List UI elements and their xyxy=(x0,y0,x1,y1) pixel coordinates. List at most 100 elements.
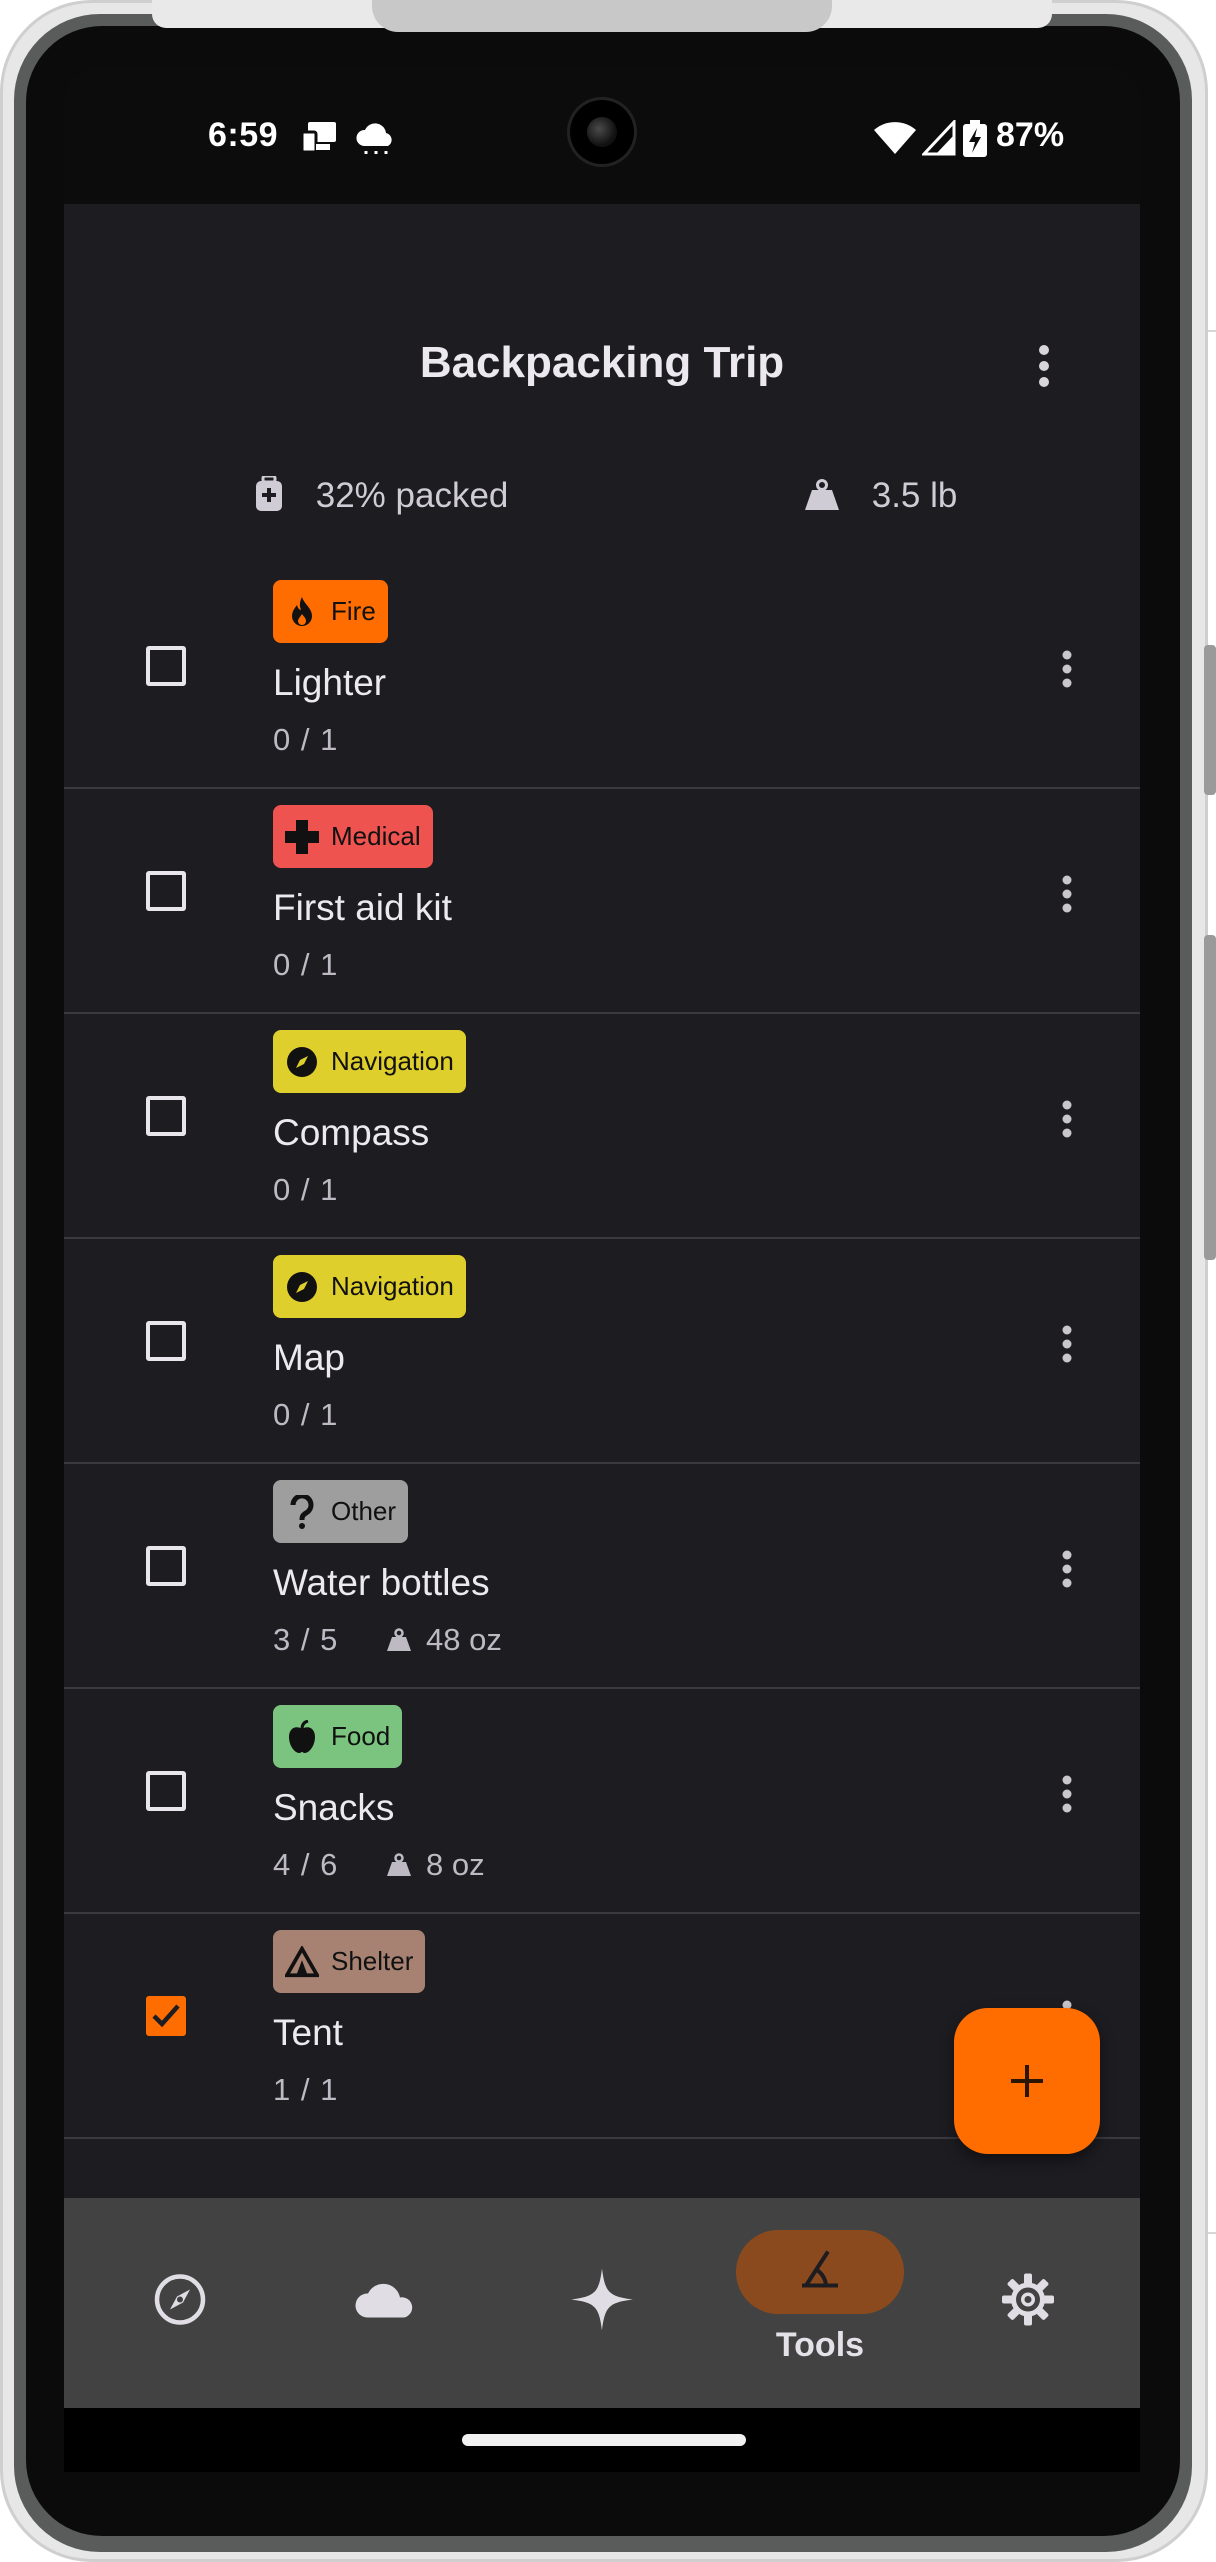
item-weight: 8 oz xyxy=(386,1847,485,1883)
nav-item-astronomy[interactable] xyxy=(512,2198,692,2408)
cast-icon xyxy=(300,120,340,159)
compass-icon xyxy=(285,1270,319,1304)
battery-charging-icon xyxy=(962,120,988,163)
packed-percent-label: 32% packed xyxy=(315,476,509,515)
list-item[interactable]: Food Snacks 4 / 6 8 oz xyxy=(64,1687,1140,1914)
page-title: Backpacking Trip xyxy=(419,338,785,387)
category-chip: Fire xyxy=(273,580,388,643)
bottom-navigation: Tools xyxy=(64,2198,1140,2408)
item-name: Snacks xyxy=(273,1787,395,1828)
item-weight-label: 48 oz xyxy=(426,1622,502,1657)
item-checkbox[interactable] xyxy=(146,1996,186,2036)
flame-icon xyxy=(285,595,319,629)
item-name: Compass xyxy=(273,1112,430,1153)
backpack-icon xyxy=(256,474,282,511)
compass-icon xyxy=(285,1045,319,1079)
more-options-button[interactable] xyxy=(1024,336,1064,396)
category-label: Medical xyxy=(331,821,421,851)
item-name: Tent xyxy=(273,2012,343,2053)
more-vert-icon xyxy=(1062,875,1072,913)
nav-item-tools[interactable] xyxy=(730,2198,910,2408)
item-count: 0 / 1 xyxy=(273,722,339,757)
wifi-icon xyxy=(872,120,918,161)
item-checkbox[interactable] xyxy=(146,1096,186,1136)
category-label: Other xyxy=(331,1496,397,1526)
item-name: First aid kit xyxy=(273,887,452,928)
nav-label-tools: Tools xyxy=(775,2326,865,2364)
weight-summary: 3.5 lb xyxy=(804,476,957,516)
category-label: Navigation xyxy=(331,1271,454,1301)
more-vert-icon xyxy=(1062,650,1072,688)
item-weight: 48 oz xyxy=(386,1622,502,1658)
item-weight-label: 8 oz xyxy=(426,1847,485,1882)
more-vert-icon xyxy=(1062,1775,1072,1813)
weight-icon xyxy=(805,479,839,510)
tent-icon xyxy=(285,1945,319,1979)
category-label: Fire xyxy=(331,596,376,626)
nav-item-navigation[interactable] xyxy=(90,2198,270,2408)
device-top-edge xyxy=(152,0,1052,32)
item-checkbox[interactable] xyxy=(146,1546,186,1586)
battery-percent: 87% xyxy=(996,116,1065,154)
medical-cross-icon xyxy=(285,819,319,854)
item-name: Water bottles xyxy=(273,1562,490,1603)
more-vert-icon xyxy=(1062,1550,1072,1588)
signal-icon xyxy=(920,118,956,161)
item-count: 3 / 5 xyxy=(273,1622,339,1657)
item-count: 1 / 1 xyxy=(273,2072,339,2107)
tools-icon xyxy=(796,2248,844,2297)
cloud-icon xyxy=(353,2278,419,2327)
item-checkbox[interactable] xyxy=(146,1771,186,1811)
item-menu-button[interactable] xyxy=(1052,644,1082,694)
item-menu-button[interactable] xyxy=(1052,869,1082,919)
item-menu-button[interactable] xyxy=(1052,1094,1082,1144)
apple-icon xyxy=(285,1719,319,1754)
sparkle-icon xyxy=(569,2267,635,2338)
home-gesture-bar[interactable] xyxy=(462,2434,746,2446)
gear-icon xyxy=(1000,2272,1056,2333)
nav-item-weather[interactable] xyxy=(296,2198,476,2408)
item-menu-button[interactable] xyxy=(1052,1544,1082,1594)
category-chip: Navigation xyxy=(273,1030,466,1093)
list-item[interactable]: Other Water bottles 3 / 5 48 oz xyxy=(64,1462,1140,1689)
nav-item-settings[interactable] xyxy=(938,2198,1118,2408)
item-name: Lighter xyxy=(273,662,387,703)
list-item[interactable]: Navigation Map 0 / 1 xyxy=(64,1237,1140,1464)
item-count: 0 / 1 xyxy=(273,1397,339,1432)
item-menu-button[interactable] xyxy=(1052,1769,1082,1819)
category-chip: Navigation xyxy=(273,1255,466,1318)
checkmark-icon xyxy=(152,2004,180,2028)
list-item[interactable]: Navigation Compass 0 / 1 xyxy=(64,1012,1140,1239)
cloud-icon xyxy=(354,120,398,159)
category-chip: Other xyxy=(273,1480,409,1543)
status-bar: 6:59 87% xyxy=(64,68,1140,204)
more-vert-icon xyxy=(1062,1325,1072,1363)
volume-button xyxy=(1204,645,1216,795)
item-checkbox[interactable] xyxy=(146,646,186,686)
front-camera xyxy=(570,100,634,164)
list-item[interactable]: Medical First aid kit 0 / 1 xyxy=(64,787,1140,1014)
total-weight-label: 3.5 lb xyxy=(871,476,958,515)
packed-summary: 32% packed xyxy=(254,474,509,516)
item-menu-button[interactable] xyxy=(1052,1319,1082,1369)
category-chip: Medical xyxy=(273,805,433,868)
weight-icon xyxy=(387,1628,411,1651)
category-label: Shelter xyxy=(331,1946,414,1976)
phone-screen: 6:59 87% Backpacking Trip 32% packed 3.5… xyxy=(64,68,1140,2472)
category-label: Food xyxy=(331,1721,391,1751)
plus-icon xyxy=(1011,2065,1043,2097)
item-count: 4 / 6 xyxy=(273,1847,339,1882)
more-vert-icon xyxy=(1062,1100,1072,1138)
power-button xyxy=(1204,935,1216,1260)
item-checkbox[interactable] xyxy=(146,871,186,911)
compass-icon xyxy=(152,2272,208,2333)
weight-icon xyxy=(387,1853,411,1876)
category-chip: Food xyxy=(273,1705,403,1768)
item-count: 0 / 1 xyxy=(273,947,339,982)
status-time: 6:59 xyxy=(208,116,279,154)
item-count: 0 / 1 xyxy=(273,1172,339,1207)
category-chip: Shelter xyxy=(273,1930,426,1993)
add-item-button[interactable] xyxy=(954,2008,1100,2154)
item-checkbox[interactable] xyxy=(146,1321,186,1361)
list-item[interactable]: Fire Lighter 0 / 1 xyxy=(64,562,1140,789)
